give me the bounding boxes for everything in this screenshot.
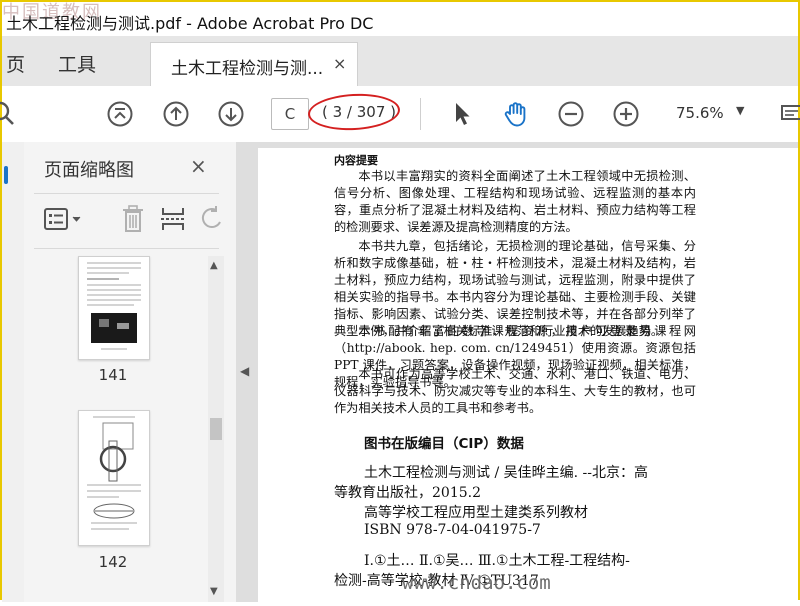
toolbar-divider [420, 98, 421, 130]
panel-title: 页面缩略图 [44, 160, 134, 181]
page-thumbnail-preview [87, 262, 141, 350]
section-header: 内容提要 [334, 154, 378, 167]
thumbnail-page-number: 141 [98, 366, 128, 384]
zoom-dropdown-icon[interactable]: ▼ [736, 104, 744, 117]
previous-page-icon[interactable] [162, 100, 190, 128]
page-thumbnail-preview [87, 416, 141, 530]
title-bar: 中国道教网 土木工程检测与测试.pdf - Adobe Acrobat Pro … [2, 2, 798, 36]
thumbnail-page-number: 142 [98, 553, 128, 571]
zoom-level[interactable]: 75.6% [676, 104, 724, 122]
delete-page-icon[interactable] [118, 204, 148, 234]
select-arrow-icon[interactable] [448, 100, 476, 128]
scroll-up-icon[interactable]: ▲ [210, 260, 218, 271]
page-number-input[interactable]: C [271, 98, 309, 130]
cip-line: 高等学校工程应用型土建类系列教材 [364, 505, 588, 521]
tab-tools[interactable]: 工具 [58, 50, 96, 77]
cip-line: ISBN 978-7-04-041975-7 [364, 522, 541, 538]
paragraph: 本书可作为高等学校土木、交通、水利、港口、铁道、电力、仪器科学与技术、防灾减灾等… [334, 367, 696, 415]
tab-bar: 页 工具 土木工程检测与测... × [2, 36, 798, 87]
left-nav-strip [2, 142, 25, 602]
undo-icon[interactable] [196, 204, 226, 234]
page-thumbnails-panel: 页面缩略图 × 141 142 ▲ ▼ [24, 142, 237, 602]
document-page: 内容提要 本书以丰富翔实的资料全面阐述了土木工程领域中无损检测、信号分析、图像处… [258, 148, 798, 606]
zoom-out-icon[interactable] [557, 100, 585, 128]
panel-divider [34, 248, 219, 249]
page-thumbnail[interactable] [78, 256, 150, 360]
thumbnail-options-icon[interactable] [42, 204, 86, 234]
cip-line: Ⅰ.①土… Ⅱ.①吴… Ⅲ.①土木工程-工程结构- [364, 553, 630, 569]
panel-divider [34, 193, 219, 194]
scroll-down-icon[interactable]: ▼ [210, 586, 218, 597]
active-pane-indicator[interactable] [4, 166, 8, 184]
annotation-circle [307, 91, 401, 133]
collapse-panel-icon[interactable]: ◀ [240, 364, 249, 378]
window-title: 土木工程检测与测试.pdf - Adobe Acrobat Pro DC [6, 14, 374, 33]
page-thumbnail[interactable] [78, 410, 150, 546]
cip-title: 图书在版编目（CIP）数据 [364, 436, 524, 452]
document-viewport: ◀ 内容提要 本书以丰富翔实的资料全面阐述了土木工程领域中无损检测、信号分析、图… [236, 142, 798, 606]
zoom-in-icon[interactable] [612, 100, 640, 128]
tab-document[interactable]: 土木工程检测与测... × [150, 42, 358, 87]
toolbar: C ( 3 / 307 ) 75.6% ▼ [0, 86, 800, 143]
scroll-top-icon[interactable] [106, 100, 134, 128]
tab-document-label: 土木工程检测与测... [171, 59, 324, 79]
search-icon[interactable] [0, 100, 18, 128]
cip-line: 等教育出版社，2015.2 [334, 485, 481, 501]
tab-home[interactable]: 页 [6, 50, 25, 77]
insert-page-icon[interactable] [158, 204, 188, 234]
paragraph: 本书以丰富翔实的资料全面阐述了土木工程领域中无损检测、信号分析、图像处理、工程结… [334, 169, 696, 234]
watermark-bottom-right: www.cndao.com [402, 572, 551, 594]
tab-close-icon[interactable]: × [333, 54, 346, 73]
more-tools-icon[interactable] [778, 100, 800, 128]
panel-close-icon[interactable]: × [190, 154, 207, 178]
hand-tool-icon[interactable] [502, 100, 530, 128]
scrollbar-thumb[interactable] [210, 418, 222, 440]
cip-line: 土木工程检测与测试 / 吴佳晔主编. --北京：高 [364, 465, 648, 481]
thumbnail-scrollbar[interactable]: ▲ ▼ [208, 256, 224, 602]
next-page-icon[interactable] [217, 100, 245, 128]
